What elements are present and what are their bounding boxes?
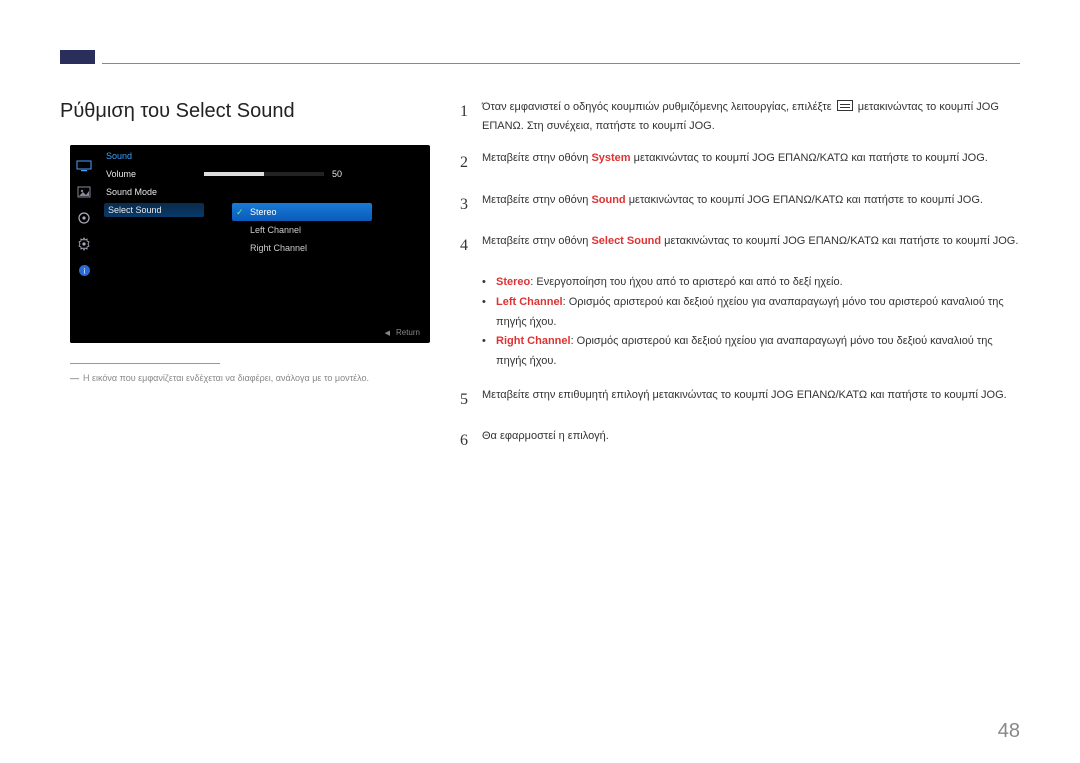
highlight-left-channel: Left Channel: [496, 296, 563, 308]
bullet-dot: •: [482, 273, 488, 293]
osd-row-sound-mode: Sound Mode: [104, 183, 420, 201]
osd-volume-bar: [204, 172, 324, 176]
step-2: 2 Μεταβείτε στην οθόνη System μετακινώντ…: [460, 149, 1020, 176]
step-text: Όταν εμφανιστεί ο οδηγός κουμπιών ρυθμιζ…: [482, 101, 835, 113]
info-icon: i: [75, 263, 93, 277]
step-body: Θα εφαρμοστεί η επιλογή.: [482, 427, 1020, 446]
bullet-body: Right Channel: Ορισμός αριστερού και δεξ…: [496, 332, 1020, 372]
step-number: 3: [460, 191, 482, 218]
step-text: Μεταβείτε στην οθόνη: [482, 152, 591, 164]
osd-volume-value: 50: [332, 169, 342, 179]
step-number: 1: [460, 98, 482, 125]
bullet-dot: •: [482, 293, 488, 313]
step-text: Μεταβείτε στην οθόνη: [482, 235, 591, 247]
osd-volume-label: Volume: [104, 169, 204, 179]
bullet-left-channel: • Left Channel: Ορισμός αριστερού και δε…: [482, 293, 1020, 333]
highlight-stereo: Stereo: [496, 276, 530, 288]
page-number: 48: [998, 720, 1020, 743]
osd-option-left-channel: Left Channel: [232, 221, 372, 239]
back-arrow-icon: ◀: [385, 329, 390, 337]
instructions-column: 1 Όταν εμφανιστεί ο οδηγός κουμπιών ρυθμ…: [460, 98, 1020, 468]
osd-submenu: Stereo Left Channel Right Channel: [232, 203, 372, 257]
step-6: 6 Θα εφαρμοστεί η επιλογή.: [460, 427, 1020, 454]
step-body: Μεταβείτε στην οθόνη Select Sound μετακι…: [482, 232, 1020, 251]
step-body: Μεταβείτε στην οθόνη Sound μετακινώντας …: [482, 191, 1020, 210]
step-3: 3 Μεταβείτε στην οθόνη Sound μετακινώντα…: [460, 191, 1020, 218]
page-title: Ρύθμιση του Select Sound: [60, 100, 295, 123]
settings-icon: [75, 211, 93, 225]
osd-panel-title: Sound: [104, 149, 420, 165]
note-dash: ―: [70, 373, 79, 383]
osd-option-right-channel: Right Channel: [232, 239, 372, 257]
osd-select-sound-label: Select Sound: [104, 203, 204, 217]
osd-option-stereo: Stereo: [232, 203, 372, 221]
osd-row-volume: Volume 50: [104, 165, 420, 183]
osd-screenshot: i Sound Volume 50 Sound Mode Select Soun…: [70, 145, 430, 343]
osd-sound-mode-label: Sound Mode: [104, 187, 204, 197]
image-disclaimer: ― Η εικόνα που εμφανίζεται ενδέχεται να δ…: [70, 373, 430, 383]
step-text: Μεταβείτε στην οθόνη: [482, 194, 591, 206]
header-rule: [102, 63, 1020, 64]
highlight-sound: Sound: [591, 194, 625, 206]
bullet-text: : Ενεργοποίηση του ήχου από το αριστερό …: [530, 276, 842, 288]
gear-icon: [75, 237, 93, 251]
step-number: 5: [460, 386, 482, 413]
osd-main-panel: Sound Volume 50 Sound Mode Select Sound …: [98, 145, 430, 343]
step-number: 6: [460, 427, 482, 454]
step-4: 4 Μεταβείτε στην οθόνη Select Sound μετα…: [460, 232, 1020, 259]
bullet-text: : Ορισμός αριστερού και δεξιού ηχείου γι…: [496, 296, 1004, 328]
note-text: Η εικόνα που εμφανίζεται ενδέχεται να δι…: [83, 373, 369, 383]
option-bullets: • Stereo: Ενεργοποίηση του ήχου από το α…: [482, 273, 1020, 372]
bullet-body: Stereo: Ενεργοποίηση του ήχου από το αρι…: [496, 273, 843, 293]
step-number: 2: [460, 149, 482, 176]
bullet-text: : Ορισμός αριστερού και δεξιού ηχείου γι…: [496, 335, 993, 367]
bullet-stereo: • Stereo: Ενεργοποίηση του ήχου από το α…: [482, 273, 1020, 293]
step-body: Μεταβείτε στην επιθυμητή επιλογή μετακιν…: [482, 386, 1020, 405]
bullet-right-channel: • Right Channel: Ορισμός αριστερού και δ…: [482, 332, 1020, 372]
osd-sidebar: i: [70, 145, 98, 343]
picture-icon: [75, 185, 93, 199]
step-body: Μεταβείτε στην οθόνη System μετακινώντας…: [482, 149, 1020, 168]
osd-return-label: Return: [396, 328, 420, 337]
step-body: Όταν εμφανιστεί ο οδηγός κουμπιών ρυθμιζ…: [482, 98, 1020, 135]
osd-footer: ◀ Return: [385, 328, 420, 337]
header-accent-block: [60, 50, 95, 64]
highlight-select-sound: Select Sound: [591, 235, 661, 247]
bullet-body: Left Channel: Ορισμός αριστερού και δεξι…: [496, 293, 1020, 333]
bullet-dot: •: [482, 332, 488, 352]
step-text: μετακινώντας το κουμπί JOG ΕΠΑΝΩ/ΚΑΤΩ κα…: [626, 194, 983, 206]
menu-icon: [837, 100, 853, 111]
step-text: μετακινώντας το κουμπί JOG ΕΠΑΝΩ/ΚΑΤΩ κα…: [631, 152, 988, 164]
step-number: 4: [460, 232, 482, 259]
step-text: μετακινώντας το κουμπί JOG ΕΠΑΝΩ/ΚΑΤΩ κα…: [661, 235, 1018, 247]
step-5: 5 Μεταβείτε στην επιθυμητή επιλογή μετακ…: [460, 386, 1020, 413]
monitor-icon: [75, 159, 93, 173]
note-rule: [70, 363, 220, 364]
highlight-right-channel: Right Channel: [496, 335, 571, 347]
highlight-system: System: [591, 152, 630, 164]
step-1: 1 Όταν εμφανιστεί ο οδηγός κουμπιών ρυθμ…: [460, 98, 1020, 135]
